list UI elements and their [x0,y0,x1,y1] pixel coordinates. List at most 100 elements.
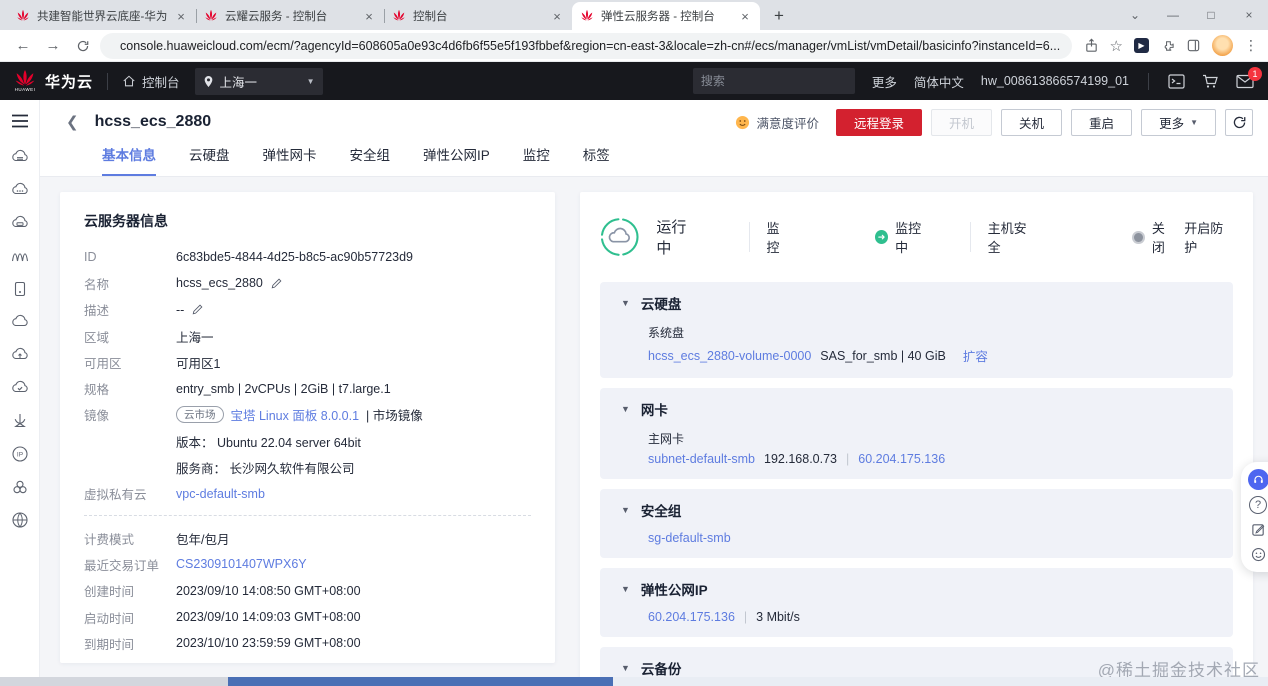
customer-service-headset-icon[interactable] [1247,469,1268,490]
refresh-button[interactable] [1225,108,1253,136]
sidebar-cloud-dots-icon[interactable] [10,180,30,200]
window-minimize-icon[interactable]: — [1154,8,1192,22]
collapse-caret-icon[interactable]: ▼ [621,298,630,308]
back-icon[interactable]: ← [10,37,36,54]
feedback-edit-icon[interactable] [1248,519,1268,540]
section-header[interactable]: ▼ 网卡 [621,399,1219,419]
vpc-link[interactable]: vpc-default-smb [176,487,265,501]
account-name[interactable]: hw_008613866574199_01 [981,74,1129,88]
eip-address-link[interactable]: 60.204.175.136 [648,610,735,624]
satisfaction-smiley-icon[interactable] [1248,544,1268,565]
sidebar-ecs-icon[interactable] [10,147,30,167]
info-row-region: 区域 上海一 [84,330,214,345]
sidebar-global-network-icon[interactable] [10,510,30,530]
eip-link[interactable]: 60.204.175.136 [858,452,945,466]
image-link[interactable]: 宝塔 Linux 面板 8.0.0.1 [231,405,360,424]
language-switch[interactable]: 简体中文 [914,72,964,91]
restart-button[interactable]: 重启 [1071,108,1133,136]
tab-close-icon[interactable]: × [362,9,376,24]
window-menu-icon[interactable]: ⌄ [1116,8,1154,22]
tab-monitoring[interactable]: 监控 [523,144,550,176]
global-search[interactable] [692,68,856,94]
forward-icon[interactable]: → [40,37,66,54]
reading-panel-icon[interactable] [1186,38,1201,53]
browser-tab[interactable]: 共建智能世界云底座-华为云 × [8,2,197,30]
section-header[interactable]: ▼ 弹性公网IP [621,579,1219,599]
tab-close-icon[interactable]: × [174,9,188,24]
tab-basic-info[interactable]: 基本信息 [102,144,156,176]
sidebar-cloud-server-icon[interactable] [10,213,30,233]
disk-link[interactable]: hcss_ecs_2880-volume-0000 [648,349,811,363]
cli-terminal-icon[interactable] [1168,73,1185,89]
tab-disks[interactable]: 云硬盘 [189,144,230,176]
profile-avatar[interactable] [1212,35,1233,56]
page-title: hcss_ecs_2880 [94,113,212,130]
browser-tab[interactable]: 控制台 × [384,2,573,30]
reload-icon[interactable] [70,39,96,53]
url-bar[interactable]: console.huaweicloud.com/ecm/?agencyId=60… [100,32,1072,59]
expand-disk-link[interactable]: 扩容 [963,346,988,365]
edit-pencil-icon[interactable] [191,303,204,316]
section-header[interactable]: ▼ 云硬盘 [621,293,1219,313]
huawei-favicon [205,9,217,21]
order-link[interactable]: CS2309101407WPX6Y [176,557,307,571]
subnet-link[interactable]: subnet-default-smb [648,452,755,466]
remote-login-button[interactable]: 远程登录 [836,108,923,136]
console-home-link[interactable]: 控制台 [122,72,180,91]
power-on-button[interactable]: 开机 [931,108,993,136]
help-icon[interactable]: ? [1248,494,1268,515]
brand-name[interactable]: 华为云 [45,71,93,92]
tab-tags[interactable]: 标签 [583,144,610,176]
security-group-link[interactable]: sg-default-smb [648,531,731,545]
sidebar-cloud-icon[interactable] [10,312,30,332]
sidebar-cloud-upload-icon[interactable] [10,345,30,365]
window-close-icon[interactable]: × [1230,8,1268,22]
sidebar-autoscaling-icon[interactable] [10,246,30,266]
window-controls: ⌄ — □ × [1116,0,1268,30]
region-selector[interactable]: 上海一 ▼ [194,67,323,95]
extension-icon[interactable]: ▶ [1134,38,1149,53]
search-input[interactable] [700,74,856,88]
top-nav: HUAWEI 华为云 控制台 上海一 ▼ 更多 简体中文 hw_00861386… [0,62,1268,100]
satisfaction-survey-link[interactable]: 满意度评价 [735,113,819,132]
browser-tab[interactable]: 云耀云服务 - 控制台 × [196,2,385,30]
tab-eips[interactable]: 弹性公网IP [423,144,490,176]
messages-button[interactable]: 1 [1236,66,1262,89]
sidebar-deh-icon[interactable] [10,411,30,431]
puzzle-extensions-icon[interactable] [1160,38,1175,53]
edit-pencil-icon[interactable] [270,277,283,290]
more-actions-button[interactable]: 更多 ▼ [1141,108,1216,136]
browser-menu-icon[interactable]: ⋮ [1244,37,1258,54]
more-menu[interactable]: 更多 [872,72,897,91]
browser-tab-active[interactable]: 弹性云服务器 - 控制台 × [572,2,760,30]
section-header[interactable]: ▼ 安全组 [621,500,1219,520]
collapse-caret-icon[interactable]: ▼ [621,505,630,515]
huawei-favicon [17,9,29,21]
huawei-logo-icon[interactable]: HUAWEI [14,70,36,92]
nic-group-label: 主网卡 [648,432,685,446]
collapse-caret-icon[interactable]: ▼ [621,404,630,414]
tab-close-icon[interactable]: × [550,9,564,24]
new-tab-button[interactable]: + [766,3,792,29]
sidebar-group-icon[interactable] [10,477,30,497]
disk-row: hcss_ecs_2880-volume-0000 SAS_for_smb | … [648,346,1219,365]
region-name: 上海一 [219,75,258,90]
collapse-caret-icon[interactable]: ▼ [621,663,630,673]
sidebar-cloud-check-icon[interactable] [10,378,30,398]
divider [748,222,750,252]
collapse-caret-icon[interactable]: ▼ [621,584,630,594]
enable-protection-link[interactable]: 开启防护 [1184,218,1233,256]
sidebar-image-service-icon[interactable] [10,279,30,299]
back-chevron-icon[interactable]: ❮ [66,113,79,131]
tab-nics[interactable]: 弹性网卡 [263,144,317,176]
sidebar-eip-icon[interactable]: IP [10,444,30,464]
hamburger-menu-icon[interactable] [11,111,29,131]
window-maximize-icon[interactable]: □ [1192,8,1230,22]
tab-security-groups[interactable]: 安全组 [350,144,391,176]
cart-icon[interactable] [1202,74,1219,89]
bookmark-star-icon[interactable]: ☆ [1110,37,1123,55]
power-off-button[interactable]: 关机 [1001,108,1063,136]
share-icon[interactable] [1084,38,1099,53]
tab-close-icon[interactable]: × [738,9,752,24]
info-row-billing: 计费模式 包年/包月 [84,532,230,547]
